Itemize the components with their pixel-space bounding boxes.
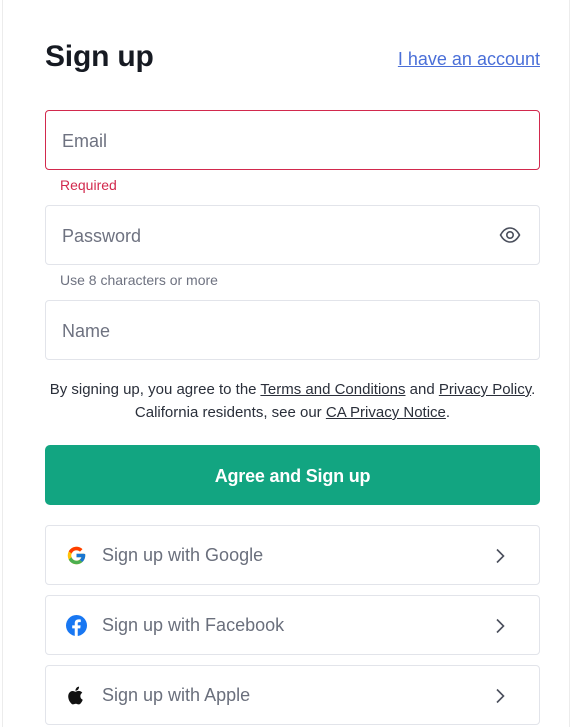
email-field[interactable]	[45, 110, 540, 171]
apple-icon	[66, 685, 87, 706]
facebook-signup-button[interactable]: Sign up with Facebook	[45, 595, 540, 655]
apple-signup-button[interactable]: Sign up with Apple	[45, 665, 540, 725]
legal-suffix: .	[445, 404, 451, 421]
legal-notice: By signing up, you agree to the Terms an…	[45, 378, 540, 424]
password-hint-text: Use 8 characters or more	[60, 272, 218, 288]
password-field[interactable]	[45, 205, 540, 266]
password-input[interactable]	[60, 206, 484, 266]
email-error-text: Required	[60, 177, 117, 193]
google-icon	[66, 545, 87, 566]
header: Sign up I have an account	[45, 40, 540, 84]
legal-prefix: By signing up, you agree to the	[49, 381, 261, 398]
terms-link[interactable]: Terms and Conditions	[260, 381, 405, 398]
name-field[interactable]	[45, 300, 540, 361]
chevron-right-icon	[495, 548, 505, 564]
agree-signup-button[interactable]: Agree and Sign up	[45, 445, 540, 505]
eye-icon[interactable]	[499, 225, 521, 245]
chevron-right-icon	[495, 618, 505, 634]
facebook-icon	[66, 615, 87, 636]
ca-privacy-notice-link[interactable]: CA Privacy Notice	[326, 404, 446, 421]
facebook-signup-label: Sign up with Facebook	[102, 615, 285, 635]
chevron-right-icon	[495, 688, 505, 704]
legal-and: and	[405, 381, 439, 398]
google-signup-label: Sign up with Google	[102, 545, 264, 565]
apple-signup-label: Sign up with Apple	[102, 685, 251, 705]
page-title: Sign up	[45, 40, 154, 73]
privacy-policy-link[interactable]: Privacy Policy	[439, 381, 531, 398]
name-input[interactable]	[60, 301, 484, 361]
have-account-link[interactable]: I have an account	[398, 49, 540, 70]
google-signup-button[interactable]: Sign up with Google	[45, 525, 540, 585]
signup-card: Sign up I have an account Required Use 8…	[2, 0, 570, 727]
email-input[interactable]	[60, 111, 484, 171]
